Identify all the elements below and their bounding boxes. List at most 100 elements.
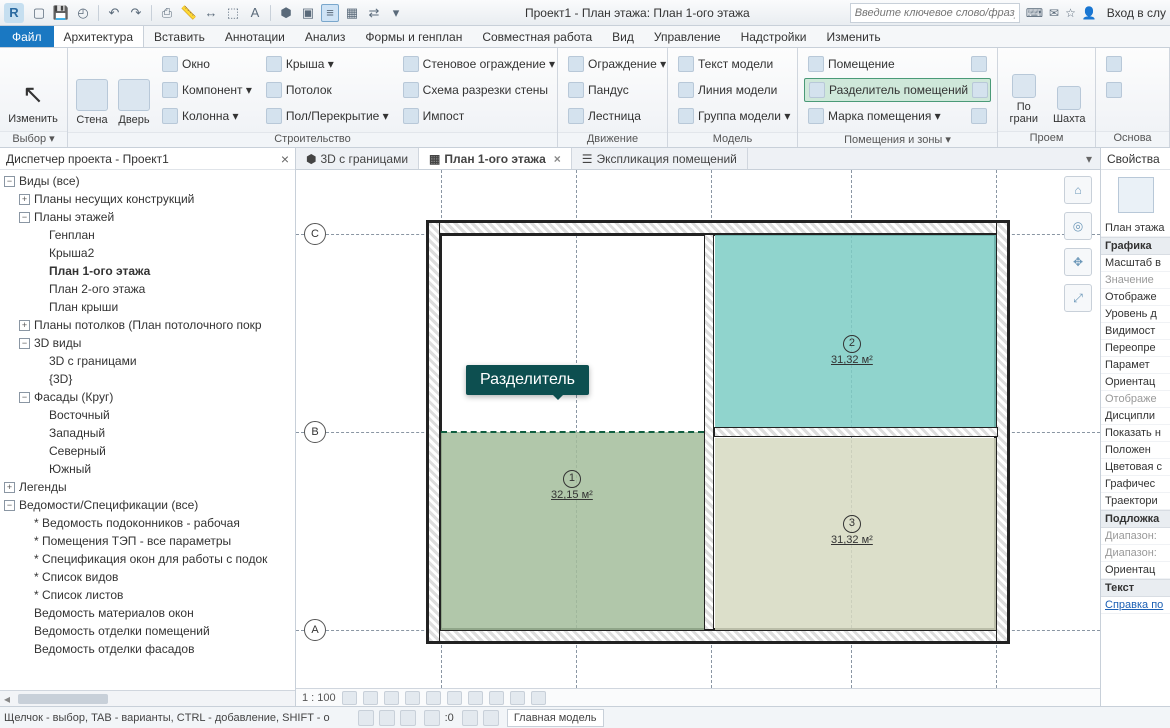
tree-item[interactable]: * Список листов — [0, 586, 295, 604]
tag-icon[interactable]: ⬚ — [224, 4, 242, 22]
section-text[interactable]: Текст — [1101, 579, 1170, 597]
comm-icon[interactable]: ✉ — [1049, 6, 1059, 20]
tree-item[interactable]: −Виды (все) — [0, 172, 295, 190]
prop-row[interactable]: Графичес — [1101, 476, 1170, 493]
prop-row[interactable]: Переопре — [1101, 340, 1170, 357]
close-hidden-icon[interactable]: ▦ — [343, 4, 361, 22]
prop-row[interactable]: Показать н — [1101, 425, 1170, 442]
tree-item[interactable]: Ведомость отделки помещений — [0, 622, 295, 640]
help-link[interactable]: Справка по — [1101, 597, 1170, 614]
panel-rooms-label[interactable]: Помещения и зоны ▾ — [798, 132, 997, 147]
tab-collab[interactable]: Совместная работа — [472, 26, 602, 47]
tree-item[interactable]: Восточный — [0, 406, 295, 424]
star-icon[interactable]: ☆ — [1065, 6, 1076, 20]
shaft-button[interactable]: Шахта — [1050, 52, 1090, 127]
tree-item[interactable]: Северный — [0, 442, 295, 460]
search-input[interactable] — [850, 3, 1020, 23]
ramp-button[interactable]: Пандус — [564, 78, 670, 102]
tree-item[interactable]: 3D с границами — [0, 352, 295, 370]
prop-row[interactable]: Диапазон: — [1101, 528, 1170, 545]
sb-2[interactable] — [379, 710, 395, 726]
tree-item[interactable]: * Помещения ТЭП - все параметры — [0, 532, 295, 550]
sb-5[interactable] — [462, 710, 478, 726]
modelgroup-button[interactable]: Группа модели ▾ — [674, 104, 794, 128]
tree-item[interactable]: План крыши — [0, 298, 295, 316]
stair-button[interactable]: Лестница — [564, 104, 670, 128]
tab-massing[interactable]: Формы и генплан — [355, 26, 472, 47]
tabs-menu-icon[interactable]: ▾ — [1078, 148, 1100, 169]
tab-analyze[interactable]: Анализ — [295, 26, 356, 47]
tree-item[interactable]: Ведомость материалов окон — [0, 604, 295, 622]
floor-button[interactable]: Пол/Перекрытие ▾ — [262, 104, 393, 128]
section-graphics[interactable]: Графика — [1101, 237, 1170, 255]
tree-item[interactable]: Ведомость отделки фасадов — [0, 640, 295, 658]
grid-bubble-a[interactable]: A — [304, 619, 326, 641]
tree-item[interactable]: −Ведомости/Спецификации (все) — [0, 496, 295, 514]
tab-view[interactable]: Вид — [602, 26, 644, 47]
modify-button[interactable]: ↖Изменить — [6, 52, 60, 127]
tab-modify[interactable]: Изменить — [816, 26, 890, 47]
tree-item[interactable]: Генплан — [0, 226, 295, 244]
tree-item[interactable]: Южный — [0, 460, 295, 478]
room-tag-button[interactable]: Марка помещения ▾ — [804, 104, 991, 128]
section-underlay[interactable]: Подложка — [1101, 510, 1170, 528]
grid-bubble-c[interactable]: C — [304, 223, 326, 245]
prop-row[interactable]: Дисципли — [1101, 408, 1170, 425]
reveal-icon[interactable] — [489, 691, 504, 705]
tree-item[interactable]: −3D виды — [0, 334, 295, 352]
crop-icon[interactable] — [426, 691, 441, 705]
close-tab-icon[interactable]: × — [554, 152, 561, 166]
project-tree[interactable]: −Виды (все)+Планы несущих конструкций−Пл… — [0, 170, 295, 690]
section-icon[interactable]: ▣ — [299, 4, 317, 22]
wall-button[interactable]: Стена — [74, 52, 110, 128]
tab-insert[interactable]: Вставить — [144, 26, 215, 47]
prop-row[interactable]: Масштаб в — [1101, 255, 1170, 272]
tree-item[interactable]: −Фасады (Круг) — [0, 388, 295, 406]
vb-9[interactable] — [510, 691, 525, 705]
room-button[interactable]: Помещение — [804, 52, 991, 76]
save-icon[interactable]: 💾 — [52, 4, 70, 22]
prop-row[interactable]: Отображе — [1101, 391, 1170, 408]
open-icon[interactable]: ▢ — [30, 4, 48, 22]
base-icon1[interactable] — [1102, 52, 1126, 76]
drawing-canvas[interactable]: C B A — [296, 170, 1100, 688]
tree-item[interactable]: План 2-ого этажа — [0, 280, 295, 298]
grid-bubble-b[interactable]: B — [304, 421, 326, 443]
nav-wheel-icon[interactable]: ◎ — [1064, 212, 1092, 240]
tree-item[interactable]: * Спецификация окон для работы с подок — [0, 550, 295, 568]
scrollbar-h[interactable]: ◂ — [0, 690, 295, 706]
hide-icon[interactable] — [468, 691, 483, 705]
scale-label[interactable]: 1 : 100 — [302, 692, 336, 704]
tab-manage[interactable]: Управление — [644, 26, 731, 47]
door-button[interactable]: Дверь — [116, 52, 152, 128]
dim-icon[interactable]: ↔ — [202, 4, 220, 22]
curtainwall-button[interactable]: Стеновое ограждение ▾ — [399, 52, 559, 76]
curtaingrid-button[interactable]: Схема разрезки стены — [399, 78, 559, 102]
vb-10[interactable] — [531, 691, 546, 705]
prop-row[interactable]: Парамет — [1101, 357, 1170, 374]
prop-row[interactable]: Диапазон: — [1101, 545, 1170, 562]
sb-3[interactable] — [400, 710, 416, 726]
prop-row[interactable]: Ориентац — [1101, 562, 1170, 579]
tree-item[interactable]: * Список видов — [0, 568, 295, 586]
sync-icon[interactable]: ◴ — [74, 4, 92, 22]
room-separator-button[interactable]: Разделитель помещений — [804, 78, 991, 102]
column-button[interactable]: Колонна ▾ — [158, 104, 256, 128]
switch-icon[interactable]: ⇄ — [365, 4, 383, 22]
prop-row[interactable]: Видимост — [1101, 323, 1170, 340]
keyboard-icon[interactable]: ⌨ — [1026, 6, 1043, 20]
ceiling-button[interactable]: Потолок — [262, 78, 393, 102]
tab-3d[interactable]: ⬢3D с границами — [296, 148, 419, 169]
prop-row[interactable]: Ориентац — [1101, 374, 1170, 391]
detail-icon[interactable] — [342, 691, 357, 705]
app-icon[interactable]: R — [4, 3, 24, 23]
window-button[interactable]: Окно — [158, 52, 256, 76]
tree-item[interactable]: +Планы потолков (План потолочного покр — [0, 316, 295, 334]
prop-row[interactable]: Положен — [1101, 442, 1170, 459]
undo-icon[interactable]: ↶ — [105, 4, 123, 22]
component-button[interactable]: Компонент ▾ — [158, 78, 256, 102]
roof-button[interactable]: Крыша ▾ — [262, 52, 393, 76]
sb-6[interactable] — [483, 710, 499, 726]
tree-item[interactable]: * Ведомость подоконников - рабочая — [0, 514, 295, 532]
tree-item[interactable]: Западный — [0, 424, 295, 442]
